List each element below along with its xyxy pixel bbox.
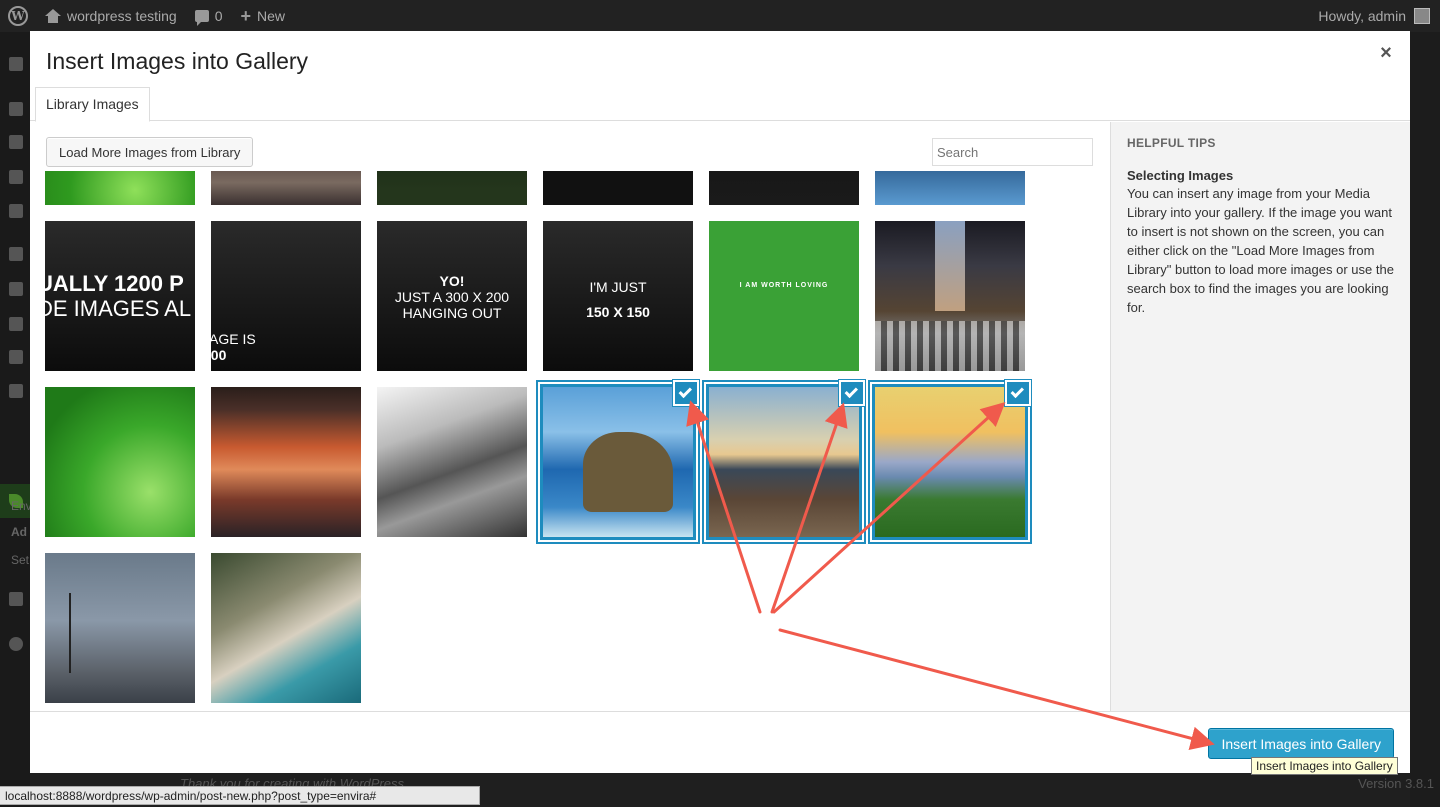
image-thumb-dark-top-2[interactable] (709, 171, 859, 205)
selected-check-icon[interactable] (673, 380, 699, 406)
admin-sidebar-menu: Env Ad Set (0, 32, 32, 807)
dashboard-icon[interactable] (9, 57, 23, 71)
image-thumb-green-leaf-top[interactable] (45, 171, 195, 205)
image-thumb-waterfall-cove[interactable] (211, 553, 361, 703)
avatar (1414, 8, 1430, 24)
image-thumb-dark-top[interactable] (543, 171, 693, 205)
image-thumb-blue-water-top[interactable] (875, 171, 1025, 205)
insert-button-tooltip: Insert Images into Gallery (1251, 757, 1398, 775)
image-caption-line: HANGING OUT (402, 305, 502, 321)
comment-icon (194, 10, 209, 26)
new-label: New (257, 8, 286, 24)
settings-icon[interactable] (9, 384, 23, 398)
image-thumb-sunset-beach-rocks[interactable] (706, 384, 862, 540)
image-thumb-im-just-150[interactable]: I'M JUST 150 X 150 (543, 221, 693, 371)
image-thumb-worth-loving[interactable]: I AM WORTH LOVING (709, 221, 859, 371)
image-grid: UALLY 1200 P DE IMAGES AL AGE IS 300 YO!… (30, 171, 1110, 711)
search-input[interactable] (932, 138, 1093, 166)
tools-icon[interactable] (9, 350, 23, 364)
insert-images-button[interactable]: Insert Images into Gallery (1208, 728, 1394, 759)
image-caption-line: 300 (211, 347, 227, 363)
tips-body: You can insert any image from your Media… (1127, 186, 1394, 315)
comments-count: 0 (214, 8, 223, 24)
modal-tabs: Library Images (30, 87, 1410, 122)
admin-bar: W wordpress testing 0 + New Howdy, admin (0, 0, 1440, 32)
media-icon[interactable] (9, 135, 23, 149)
selected-check-icon[interactable] (1005, 380, 1031, 406)
tips-subheading: Selecting Images (1127, 168, 1234, 183)
site-name-label: wordpress testing (67, 8, 177, 24)
close-icon[interactable]: × (1376, 42, 1396, 64)
tab-library-images[interactable]: Library Images (35, 87, 150, 122)
image-thumb-red-rock[interactable] (211, 387, 361, 537)
comments-link[interactable]: 0 (186, 0, 232, 32)
image-caption-line: DE IMAGES AL (45, 296, 192, 321)
image-caption-line: YO! (439, 273, 465, 289)
image-thumb-yo-300x200[interactable]: YO! JUST A 300 X 200 HANGING OUT (377, 221, 527, 371)
site-name-link[interactable]: wordpress testing (36, 0, 186, 32)
background-panel (1410, 32, 1440, 807)
image-thumb-bw-rock[interactable] (377, 387, 527, 537)
image-thumb-rock-top[interactable] (211, 171, 361, 205)
menu-label-2[interactable]: Ad (11, 525, 27, 539)
pin-icon[interactable] (9, 102, 23, 116)
modal-title: Insert Images into Gallery (46, 48, 309, 74)
image-thumb-coast-rocks[interactable] (540, 384, 696, 540)
modal-toolbar: Insert Images into Gallery (30, 711, 1410, 773)
users-icon[interactable] (9, 317, 23, 331)
image-caption-line: 150 X 150 (586, 304, 650, 320)
collapse-icon[interactable] (9, 592, 23, 606)
plus-icon: + (240, 6, 252, 26)
pages-icon[interactable] (9, 170, 23, 184)
wordpress-logo-icon[interactable]: W (0, 0, 36, 32)
plugins-icon[interactable] (9, 282, 23, 296)
image-caption-line: I AM WORTH LOVING (739, 282, 829, 289)
home-icon (45, 9, 61, 23)
image-thumb-image-is-600[interactable]: AGE IS 300 (211, 221, 361, 371)
greeting-text: Howdy, admin (1318, 8, 1406, 24)
image-thumb-foggy-windmill[interactable] (45, 553, 195, 703)
selected-check-icon[interactable] (839, 380, 865, 406)
image-thumb-sunset-coast-hill[interactable] (872, 384, 1028, 540)
image-caption-line: UALLY 1200 P (45, 271, 184, 296)
collapse-menu-icon[interactable] (9, 637, 23, 651)
appearance-icon[interactable] (9, 247, 23, 261)
image-caption-line: AGE IS (211, 331, 256, 347)
image-thumb-dark-green-top[interactable] (377, 171, 527, 205)
insert-images-modal: Insert Images into Gallery × Library Ima… (30, 31, 1410, 773)
comments-menu-icon[interactable] (9, 204, 23, 218)
image-caption-line: I'M JUST (589, 279, 647, 295)
image-thumb-usually-1200[interactable]: UALLY 1200 P DE IMAGES AL (45, 221, 195, 371)
load-more-button[interactable]: Load More Images from Library (46, 137, 254, 167)
image-thumb-green-leaf-drops[interactable] (45, 387, 195, 537)
browser-status-url: localhost:8888/wordpress/wp-admin/post-n… (0, 786, 480, 805)
image-thumb-city-street[interactable] (875, 221, 1025, 371)
footer-version: Version 3.8.1 (1358, 776, 1434, 791)
account-menu[interactable]: Howdy, admin (1318, 8, 1440, 24)
menu-label-1[interactable]: Env (11, 499, 32, 513)
helpful-tips-sidebar: HELPFUL TIPS Selecting Images You can in… (1110, 122, 1410, 711)
menu-label-3[interactable]: Set (11, 553, 29, 567)
image-caption-line: JUST A 300 X 200 (394, 289, 510, 305)
tips-heading: HELPFUL TIPS (1127, 136, 1216, 150)
new-content-link[interactable]: + New (232, 0, 295, 32)
